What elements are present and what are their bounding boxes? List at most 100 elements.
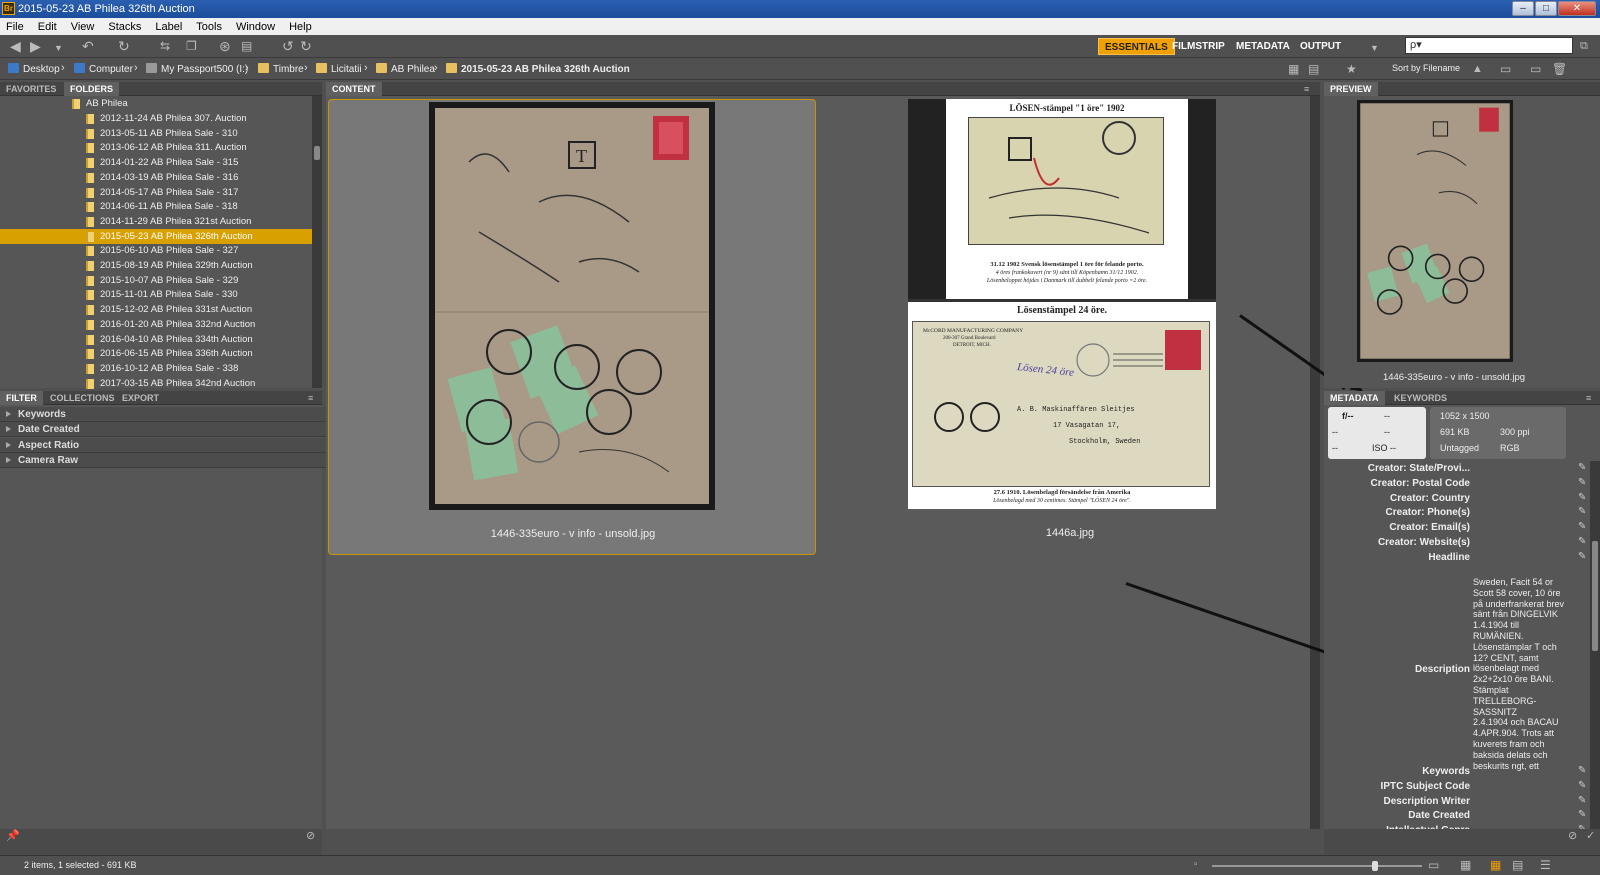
star-filter-icon[interactable]: ★ (1346, 61, 1357, 77)
maximize-button[interactable]: □ (1535, 1, 1557, 16)
tab-filter[interactable]: FILTER (0, 391, 43, 405)
chevron-right-icon[interactable]: › (61, 62, 65, 74)
view-details-icon[interactable]: ▤ (1512, 857, 1523, 873)
folder-item[interactable]: 2014-03-19 AB Philea Sale - 316 (0, 170, 318, 185)
minimize-button[interactable]: – (1512, 1, 1534, 16)
chevron-right-icon[interactable]: › (364, 62, 368, 74)
delete-icon[interactable]: 🗑 (1552, 61, 1567, 77)
crumb-current[interactable]: 2015-05-23 AB Philea 326th Auction (446, 63, 630, 75)
panel-menu-icon[interactable]: ≡ (1580, 391, 1597, 405)
crumb-licitatii[interactable]: Licitatii (316, 63, 362, 75)
folder-item[interactable]: 2017-03-15 AB Philea 342nd Auction (0, 376, 318, 391)
zoom-in-icon[interactable]: ▭ (1428, 857, 1439, 873)
menu-window[interactable]: Window (236, 21, 275, 33)
folder-item[interactable]: 2015-10-07 AB Philea Sale - 329 (0, 273, 318, 288)
folder-item[interactable]: 2015-12-02 AB Philea 331st Auction (0, 302, 318, 317)
filter-aspect-ratio[interactable]: Aspect Ratio (0, 438, 328, 453)
folder-item[interactable]: 2013-05-11 AB Philea Sale - 310 (0, 126, 318, 141)
folder-item[interactable]: 2015-05-23 AB Philea 326th Auction (0, 228, 318, 244)
folder-item[interactable]: 2016-10-12 AB Philea Sale - 338 (0, 361, 318, 376)
refine-icon[interactable]: ❐ (186, 38, 197, 54)
workspace-filmstrip[interactable]: FILMSTRIP (1166, 38, 1231, 55)
file-item-selected[interactable]: T 1446-335euro - v info - unsold.jpg (328, 99, 816, 555)
folder-item[interactable]: 2015-11-01 AB Philea Sale - 330 (0, 287, 318, 302)
filter-keywords[interactable]: Keywords (0, 407, 328, 422)
menu-help[interactable]: Help (289, 21, 312, 33)
scroll-thumb[interactable] (314, 146, 320, 160)
folder-root[interactable]: AB Philea (0, 96, 318, 111)
cancel-icon[interactable]: ⊘ (1568, 828, 1577, 844)
metadata-scrollbar[interactable] (1590, 461, 1600, 829)
edit-pencil-icon[interactable]: ✎ (1578, 521, 1586, 532)
workspace-dropdown-icon[interactable]: ▼ (1370, 40, 1379, 56)
compact-mode-icon[interactable]: ⧉ (1580, 38, 1588, 54)
edit-pencil-icon[interactable]: ✎ (1578, 492, 1586, 503)
folder-item[interactable]: 2013-06-12 AB Philea 311. Auction (0, 140, 318, 155)
edit-pencil-icon[interactable]: ✎ (1578, 536, 1586, 547)
output-icon[interactable]: ▤ (241, 38, 252, 54)
menu-tools[interactable]: Tools (196, 21, 222, 33)
recent-dropdown-icon[interactable]: ▼ (54, 40, 63, 56)
tab-export[interactable]: EXPORT (116, 391, 165, 405)
back-arrow-icon[interactable]: ◀ (10, 38, 21, 54)
preview-image[interactable] (1357, 100, 1513, 362)
get-photos-icon[interactable]: ⇆ (160, 38, 170, 54)
workspace-metadata[interactable]: METADATA (1230, 38, 1296, 55)
panel-menu-icon[interactable]: ≡ (302, 391, 319, 405)
tab-collections[interactable]: COLLECTIONS (44, 391, 121, 405)
crumb-ab-philea[interactable]: AB Philea (376, 63, 435, 75)
crumb-desktop[interactable]: Desktop (8, 63, 60, 75)
open-recent-icon[interactable]: ▭ (1500, 61, 1511, 77)
apply-check-icon[interactable]: ✓ (1586, 828, 1595, 844)
workspace-output[interactable]: OUTPUT (1294, 38, 1347, 55)
edit-pencil-icon[interactable]: ✎ (1578, 809, 1586, 820)
pin-icon[interactable]: 📌 (6, 828, 20, 844)
view-thumbnails-icon[interactable]: ▦ (1490, 857, 1501, 873)
menu-view[interactable]: View (71, 21, 95, 33)
filter-date-created[interactable]: Date Created (0, 422, 328, 437)
slider-handle[interactable] (1372, 861, 1378, 871)
chevron-right-icon[interactable]: › (134, 62, 138, 74)
tab-metadata[interactable]: METADATA (1324, 391, 1385, 405)
folder-item[interactable]: 2016-01-20 AB Philea 332nd Auction (0, 317, 318, 332)
crumb-computer[interactable]: Computer (74, 63, 133, 75)
panel-menu-icon[interactable]: ≡ (1298, 82, 1315, 96)
description-value[interactable]: Sweden, Facit 54 or Scott 58 cover, 10 ör… (1473, 577, 1573, 771)
view-list-icon[interactable]: ☰ (1540, 857, 1551, 873)
edit-pencil-icon[interactable]: ✎ (1578, 462, 1586, 473)
tab-folders[interactable]: FOLDERS (64, 82, 120, 96)
menu-stacks[interactable]: Stacks (108, 21, 141, 33)
new-folder-icon[interactable]: ▭ (1530, 61, 1541, 77)
folder-item[interactable]: 2014-05-17 AB Philea Sale - 317 (0, 185, 318, 200)
boomerang-icon[interactable]: ↶ (82, 38, 94, 54)
edit-pencil-icon[interactable]: ✎ (1578, 765, 1586, 776)
file-thumbnail-1[interactable]: T (429, 102, 715, 510)
search-input[interactable]: ρ▾ (1405, 37, 1573, 54)
edit-pencil-icon[interactable]: ✎ (1578, 506, 1586, 517)
edit-pencil-icon[interactable]: ✎ (1578, 780, 1586, 791)
chevron-right-icon[interactable]: › (304, 62, 308, 74)
folder-item[interactable]: 2014-06-11 AB Philea Sale - 318 (0, 199, 318, 214)
chevron-right-icon[interactable]: › (245, 62, 249, 74)
chevron-right-icon[interactable]: › (434, 62, 438, 74)
grid-lock-icon[interactable]: ▦ (1460, 857, 1471, 873)
close-button[interactable]: ✕ (1558, 1, 1596, 16)
clear-filter-icon[interactable]: ⊘ (306, 828, 315, 844)
tab-favorites[interactable]: FAVORITES (0, 82, 62, 96)
menu-file[interactable]: File (6, 21, 24, 33)
tab-preview[interactable]: PREVIEW (1324, 82, 1378, 96)
scroll-thumb[interactable] (1592, 541, 1598, 651)
sort-dropdown[interactable]: Sort by Filename (1392, 63, 1460, 73)
workspace-essentials[interactable]: ESSENTIALS (1098, 38, 1175, 55)
zoom-out-icon[interactable]: ▫ (1194, 857, 1198, 873)
tab-content[interactable]: CONTENT (326, 82, 382, 96)
open-camera-raw-icon[interactable]: ⊛ (219, 38, 231, 54)
sort-direction-icon[interactable]: ▲ (1472, 61, 1483, 77)
folder-item[interactable]: 2014-01-22 AB Philea Sale - 315 (0, 155, 318, 170)
menu-label[interactable]: Label (155, 21, 182, 33)
crumb-timbre[interactable]: Timbre (258, 63, 304, 75)
folder-item[interactable]: 2012-11-24 AB Philea 307. Auction (0, 111, 318, 126)
content-scrollbar[interactable] (1310, 96, 1320, 829)
review-mode-icon[interactable]: ▤ (1308, 61, 1319, 77)
filter-camera-raw[interactable]: Camera Raw (0, 453, 328, 468)
